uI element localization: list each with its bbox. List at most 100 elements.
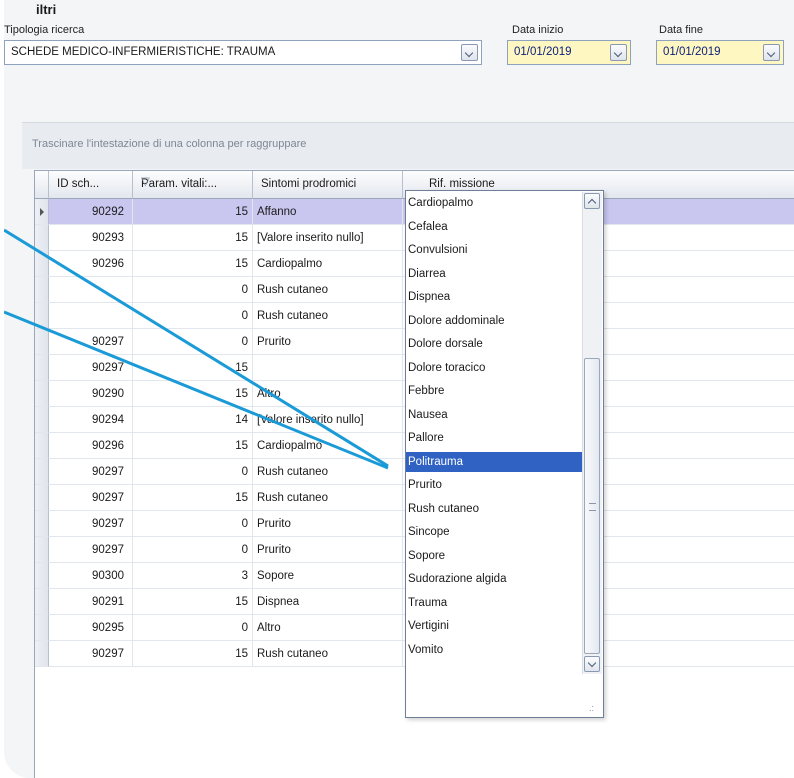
cell-id[interactable] [49, 277, 133, 303]
dropdown-option[interactable]: Rush cutaneo [406, 499, 582, 519]
cell-param[interactable]: 0 [133, 329, 253, 355]
cell-id[interactable] [49, 303, 133, 329]
cell-sintomi[interactable]: Prurito [253, 537, 403, 563]
data-fine-field[interactable]: 01/01/2019 [656, 40, 784, 65]
dropdown-option[interactable]: Dolore toracico [406, 358, 582, 378]
cell-param[interactable]: 15 [133, 485, 253, 511]
cell-param[interactable]: 15 [133, 433, 253, 459]
scroll-down-icon[interactable] [584, 656, 600, 672]
column-header-id[interactable]: ID sch... [49, 171, 133, 199]
dropdown-option[interactable]: Sopore [406, 546, 582, 566]
cell-sintomi[interactable]: Altro [253, 615, 403, 641]
cell-param[interactable]: 0 [133, 511, 253, 537]
cell-param[interactable]: 15 [133, 199, 253, 225]
cell-sintomi[interactable]: Cardiopalmo [253, 251, 403, 277]
row-indicator [35, 537, 49, 563]
cell-param[interactable]: 14 [133, 407, 253, 433]
chevron-down-icon[interactable] [763, 44, 780, 61]
cell-id[interactable]: 90291 [49, 589, 133, 615]
cell-sintomi[interactable]: Cardiopalmo [253, 433, 403, 459]
dropdown-option[interactable]: Dolore dorsale [406, 334, 582, 354]
cell-param[interactable]: 0 [133, 303, 253, 329]
row-indicator [35, 225, 49, 251]
dropdown-option[interactable]: Trauma [406, 593, 582, 613]
scroll-up-icon[interactable] [584, 193, 600, 209]
cell-param[interactable]: 15 [133, 381, 253, 407]
dropdown-option[interactable]: Vertigini [406, 616, 582, 636]
scrollbar-thumb[interactable] [584, 358, 600, 654]
cell-sintomi[interactable]: Sopore [253, 563, 403, 589]
dropdown-option[interactable]: Convulsioni [406, 240, 582, 260]
cell-sintomi[interactable]: Rush cutaneo [253, 303, 403, 329]
row-indicator [35, 641, 49, 667]
dropdown-option[interactable]: Vomito [406, 640, 582, 660]
cell-param[interactable]: 3 [133, 563, 253, 589]
cell-id[interactable]: 90293 [49, 225, 133, 251]
column-header-param[interactable]: Param. vitali:... ▽ [133, 171, 253, 199]
cell-id[interactable]: 90296 [49, 433, 133, 459]
cell-id[interactable]: 90297 [49, 485, 133, 511]
resize-grip-icon[interactable]: .: [589, 703, 599, 713]
cell-sintomi[interactable]: [Valore inserito nullo] [253, 407, 403, 433]
dropdown-scrollbar[interactable] [582, 192, 602, 674]
cell-sintomi[interactable]: Rush cutaneo [253, 277, 403, 303]
data-fine-label: Data fine [659, 24, 704, 36]
dropdown-option[interactable]: Nausea [406, 405, 582, 425]
group-by-area[interactable]: Trascinare l'intestazione di una colonna… [22, 122, 794, 169]
cell-param[interactable]: 0 [133, 459, 253, 485]
grip-icon [589, 503, 596, 511]
group-hint-text: Trascinare l'intestazione di una colonna… [32, 138, 307, 150]
cell-param[interactable]: 15 [133, 251, 253, 277]
dropdown-option[interactable]: Pallore [406, 428, 582, 448]
dropdown-option[interactable]: Cardiopalmo [406, 193, 582, 213]
cell-sintomi[interactable]: Rush cutaneo [253, 459, 403, 485]
cell-param[interactable]: 15 [133, 355, 253, 381]
cell-param[interactable]: 0 [133, 537, 253, 563]
cell-id[interactable]: 90297 [49, 459, 133, 485]
cell-sintomi[interactable]: Rush cutaneo [253, 485, 403, 511]
cell-sintomi[interactable]: Altro [253, 381, 403, 407]
dropdown-option[interactable]: Dolore addominale [406, 311, 582, 331]
cell-id[interactable]: 90296 [49, 251, 133, 277]
cell-id[interactable]: 90290 [49, 381, 133, 407]
cell-id[interactable]: 90292 [49, 199, 133, 225]
cell-sintomi[interactable]: Prurito [253, 329, 403, 355]
cell-id[interactable]: 90297 [49, 537, 133, 563]
cell-sintomi[interactable]: Affanno [253, 199, 403, 225]
cell-sintomi[interactable] [253, 355, 403, 381]
dropdown-option[interactable]: Febbre [406, 381, 582, 401]
cell-id[interactable]: 90297 [49, 355, 133, 381]
cell-sintomi[interactable]: Dispnea [253, 589, 403, 615]
sintomi-dropdown-list[interactable]: Cardiopalmo Cefalea Convulsioni Diarrea Disp… [405, 190, 604, 718]
cell-id[interactable]: 90297 [49, 329, 133, 355]
dropdown-option[interactable]: Politrauma [406, 451, 582, 472]
dropdown-option[interactable]: Prurito [406, 475, 582, 495]
cell-id[interactable]: 90297 [49, 511, 133, 537]
data-inizio-field[interactable]: 01/01/2019 [507, 40, 631, 65]
tipologia-select[interactable]: SCHEDE MEDICO-INFERMIERISTICHE: TRAUMA [4, 40, 482, 65]
dropdown-option[interactable]: Cefalea [406, 217, 582, 237]
cell-id[interactable]: 90295 [49, 615, 133, 641]
cell-param[interactable]: 0 [133, 277, 253, 303]
cell-id[interactable]: 90294 [49, 407, 133, 433]
chevron-down-icon[interactable] [610, 44, 627, 61]
row-indicator [35, 433, 49, 459]
column-header-sintomi[interactable]: Sintomi prodromici [253, 171, 403, 199]
row-indicator [35, 277, 49, 303]
dropdown-option[interactable]: Sincope [406, 522, 582, 542]
cell-sintomi[interactable]: Rush cutaneo [253, 641, 403, 667]
cell-sintomi[interactable]: Prurito [253, 511, 403, 537]
cell-id[interactable]: 90297 [49, 641, 133, 667]
cell-param[interactable]: 15 [133, 225, 253, 251]
cell-param[interactable]: 15 [133, 589, 253, 615]
dropdown-option[interactable]: Diarrea [406, 264, 582, 284]
cell-sintomi[interactable]: [Valore inserito nullo] [253, 225, 403, 251]
cell-param[interactable]: 15 [133, 641, 253, 667]
dropdown-option[interactable]: Sudorazione algida [406, 569, 582, 589]
chevron-down-icon[interactable] [461, 44, 478, 61]
row-indicator [35, 511, 49, 537]
dropdown-option[interactable]: Dispnea [406, 287, 582, 307]
filter-window: iltri Tipologia ricerca SCHEDE MEDICO-IN… [4, 0, 794, 778]
cell-id[interactable]: 90300 [49, 563, 133, 589]
cell-param[interactable]: 0 [133, 615, 253, 641]
